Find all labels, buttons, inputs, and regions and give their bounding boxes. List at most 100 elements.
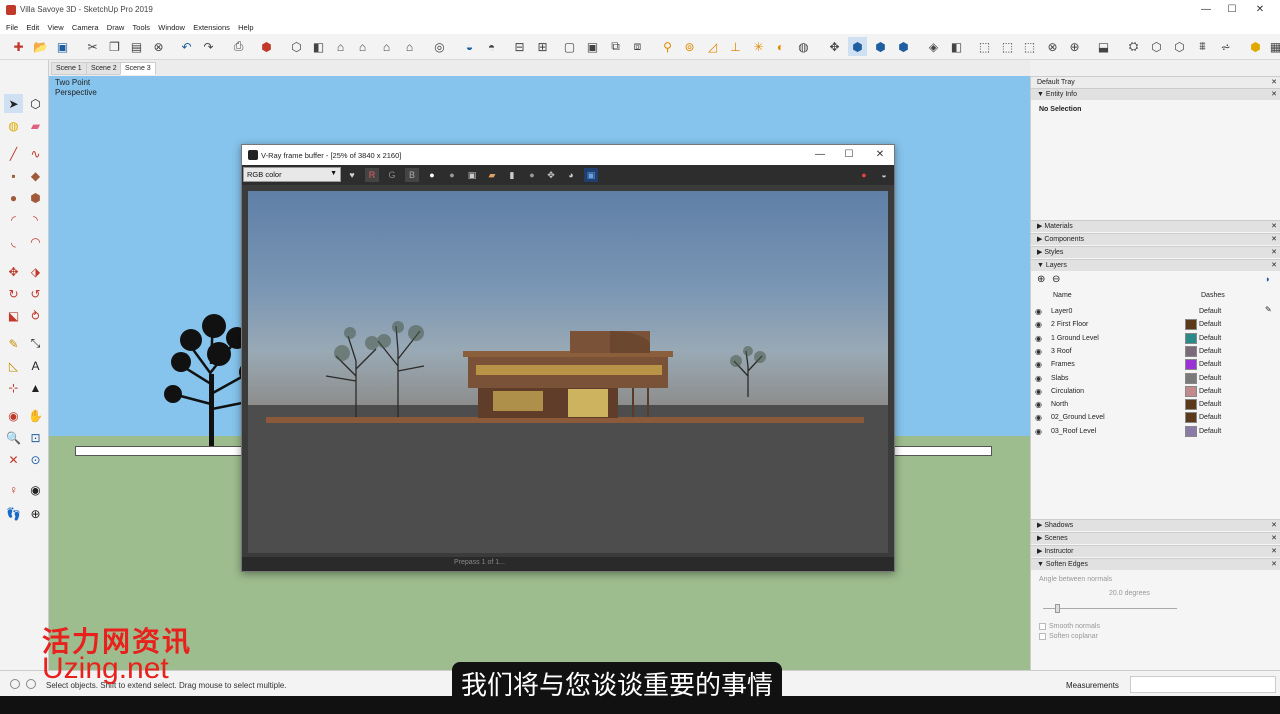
panel-scenes[interactable]: ▶ Scenes ✕ (1031, 532, 1280, 544)
union-icon[interactable]: ◈ (924, 37, 943, 56)
look-around-icon[interactable]: ◉ (26, 480, 45, 499)
render-teapot-icon[interactable]: ◒ (877, 168, 891, 182)
maximize-icon[interactable]: ☐ (1224, 2, 1240, 18)
tab-scene-1[interactable]: Scene 1 (51, 62, 87, 75)
subtract-icon[interactable]: ◧ (947, 37, 966, 56)
layer-color-swatch[interactable] (1185, 372, 1197, 384)
layer-row[interactable]: ◉ 03_Roof Level Default (1031, 425, 1280, 438)
panel-close-icon[interactable]: ✕ (1271, 234, 1277, 246)
section-cut-icon[interactable]: ⧈ (628, 37, 647, 56)
orbit-tool-icon[interactable]: ◉ (4, 406, 23, 425)
minimize-icon[interactable]: — (1198, 2, 1214, 18)
add-layer-icon[interactable]: ⊕ (1037, 274, 1045, 285)
color-corrections-icon[interactable]: ♥ (345, 168, 359, 182)
panel-instructor[interactable]: ▶ Instructor ✕ (1031, 545, 1280, 557)
zoom-icon[interactable]: 🔍 (4, 428, 23, 447)
wireframe-icon[interactable]: ◓ (482, 37, 501, 56)
angle-slider-thumb[interactable] (1055, 604, 1060, 613)
sandbox-icon[interactable]: ⛭ (1124, 37, 1143, 56)
rotated-rect-icon[interactable]: ◆ (26, 166, 45, 185)
walk-icon[interactable]: 👣 (4, 504, 23, 523)
back-edges-icon[interactable]: ◒ (460, 37, 479, 56)
load-image-icon[interactable]: ▰ (485, 168, 499, 182)
warehouse-icon[interactable]: ⬓ (1094, 37, 1113, 56)
push-pull-icon[interactable]: ⬗ (26, 262, 45, 281)
tab-scene-3[interactable]: Scene 3 (120, 62, 156, 75)
panel-close-icon[interactable]: ✕ (1271, 520, 1277, 532)
credits-icon[interactable] (26, 679, 36, 689)
xray-icon[interactable]: ◎ (430, 37, 449, 56)
smooth-normals-checkbox[interactable] (1039, 623, 1046, 630)
layer-row[interactable]: ◉ 02_Ground Level Default (1031, 411, 1280, 424)
panel-components[interactable]: ▶ Components ✕ (1031, 233, 1280, 245)
cut-icon[interactable]: ✂ (83, 37, 102, 56)
right-view-icon[interactable]: ⌂ (353, 37, 372, 56)
box-solid-icon[interactable]: ⬚ (998, 37, 1017, 56)
visibility-eye-icon[interactable]: ◉ (1035, 345, 1042, 358)
soften-coplanar-checkbox[interactable] (1039, 633, 1046, 640)
menu-camera[interactable]: Camera (72, 23, 99, 32)
eraser-icon[interactable]: ▰ (26, 116, 45, 135)
layer-color-swatch[interactable] (1185, 399, 1197, 411)
sphere-grid-icon[interactable]: ⊕ (1065, 37, 1084, 56)
visibility-eye-icon[interactable]: ◉ (1035, 385, 1042, 398)
copy-icon[interactable]: ❐ (105, 37, 124, 56)
section-plane-tool-icon[interactable]: ⊕ (26, 504, 45, 523)
box-wire-icon[interactable]: ⬚ (975, 37, 994, 56)
layer-row[interactable]: ◉ Frames Default (1031, 358, 1280, 371)
panel-close-icon[interactable]: ✕ (1271, 559, 1277, 571)
rotate-icon[interactable]: ↻ (4, 284, 23, 303)
model-info-icon[interactable]: ⬢ (257, 37, 276, 56)
redo-icon[interactable]: ↷ (199, 37, 218, 56)
layer-options-icon[interactable]: ◗ (1265, 274, 1270, 284)
panel-close-icon[interactable]: ✕ (1271, 247, 1277, 259)
box-face-icon[interactable]: ⬚ (1020, 37, 1039, 56)
circle-x-icon[interactable]: ⊗ (1043, 37, 1062, 56)
layer-color-swatch[interactable] (1185, 425, 1197, 437)
visibility-eye-icon[interactable]: ◉ (1035, 372, 1042, 385)
textured-icon[interactable]: ▢ (560, 37, 579, 56)
visibility-eye-icon[interactable]: ◉ (1035, 411, 1042, 424)
menu-window[interactable]: Window (158, 23, 185, 32)
section-plane-icon[interactable]: ⧉ (606, 37, 625, 56)
pie-icon[interactable]: ◠ (26, 232, 45, 251)
layer-color-swatch[interactable] (1185, 412, 1197, 424)
vray-interactive-icon[interactable]: ⬢ (894, 37, 913, 56)
vfb-close-icon[interactable]: ✕ (872, 147, 888, 163)
erase-icon[interactable]: ⊗ (149, 37, 168, 56)
panel-close-icon[interactable]: ✕ (1271, 546, 1277, 558)
select-tool-icon[interactable]: ➤ (4, 94, 23, 113)
panel-layers[interactable]: ▼ Layers ✕ (1031, 259, 1280, 271)
two-point-arc-icon[interactable]: ◝ (26, 210, 45, 229)
front-view-icon[interactable]: ⌂ (331, 37, 350, 56)
open-folder-icon[interactable]: 📂 (31, 37, 50, 56)
dimension-icon[interactable]: ⤡ (26, 334, 45, 353)
sphere-light-icon[interactable]: ◐ (771, 37, 790, 56)
pan-icon[interactable]: ✋ (26, 406, 45, 425)
protractor-icon[interactable]: ◿ (703, 37, 722, 56)
region-render-icon[interactable]: ◕ (564, 168, 578, 182)
text-tool-icon[interactable]: A (26, 356, 45, 375)
extension-icon[interactable]: ▦ (1266, 37, 1280, 56)
orbit-icon[interactable]: ✥ (825, 37, 844, 56)
vfb-minimize-icon[interactable]: — (812, 147, 828, 163)
layer-color-swatch[interactable] (1185, 359, 1197, 371)
polygon-icon[interactable]: ⬢ (26, 188, 45, 207)
top-view-icon[interactable]: ◧ (309, 37, 328, 56)
line-tool-icon[interactable]: ╱ (4, 144, 23, 163)
alpha-white-icon[interactable]: ● (425, 168, 439, 182)
layer-row[interactable]: ◉ Circulation Default (1031, 385, 1280, 398)
history-icon[interactable]: ● (525, 168, 539, 182)
stamp-icon[interactable]: ⩩ (1193, 37, 1212, 56)
rectangle-icon[interactable]: ▪ (4, 166, 23, 185)
close-icon[interactable]: ✕ (1252, 2, 1268, 18)
iso-view-icon[interactable]: ⬡ (287, 37, 306, 56)
freehand-icon[interactable]: ∿ (26, 144, 45, 163)
visibility-eye-icon[interactable]: ◉ (1035, 398, 1042, 411)
tab-scene-2[interactable]: Scene 2 (86, 62, 122, 75)
visibility-eye-icon[interactable]: ◉ (1035, 305, 1042, 318)
tape-measure-icon[interactable]: ✎ (4, 334, 23, 353)
layer-color-swatch[interactable] (1185, 345, 1197, 357)
stop-render-icon[interactable]: ● (857, 168, 871, 182)
vray-frame-buffer-window[interactable]: V-Ray frame buffer - [25% of 3840 x 2160… (241, 144, 895, 572)
